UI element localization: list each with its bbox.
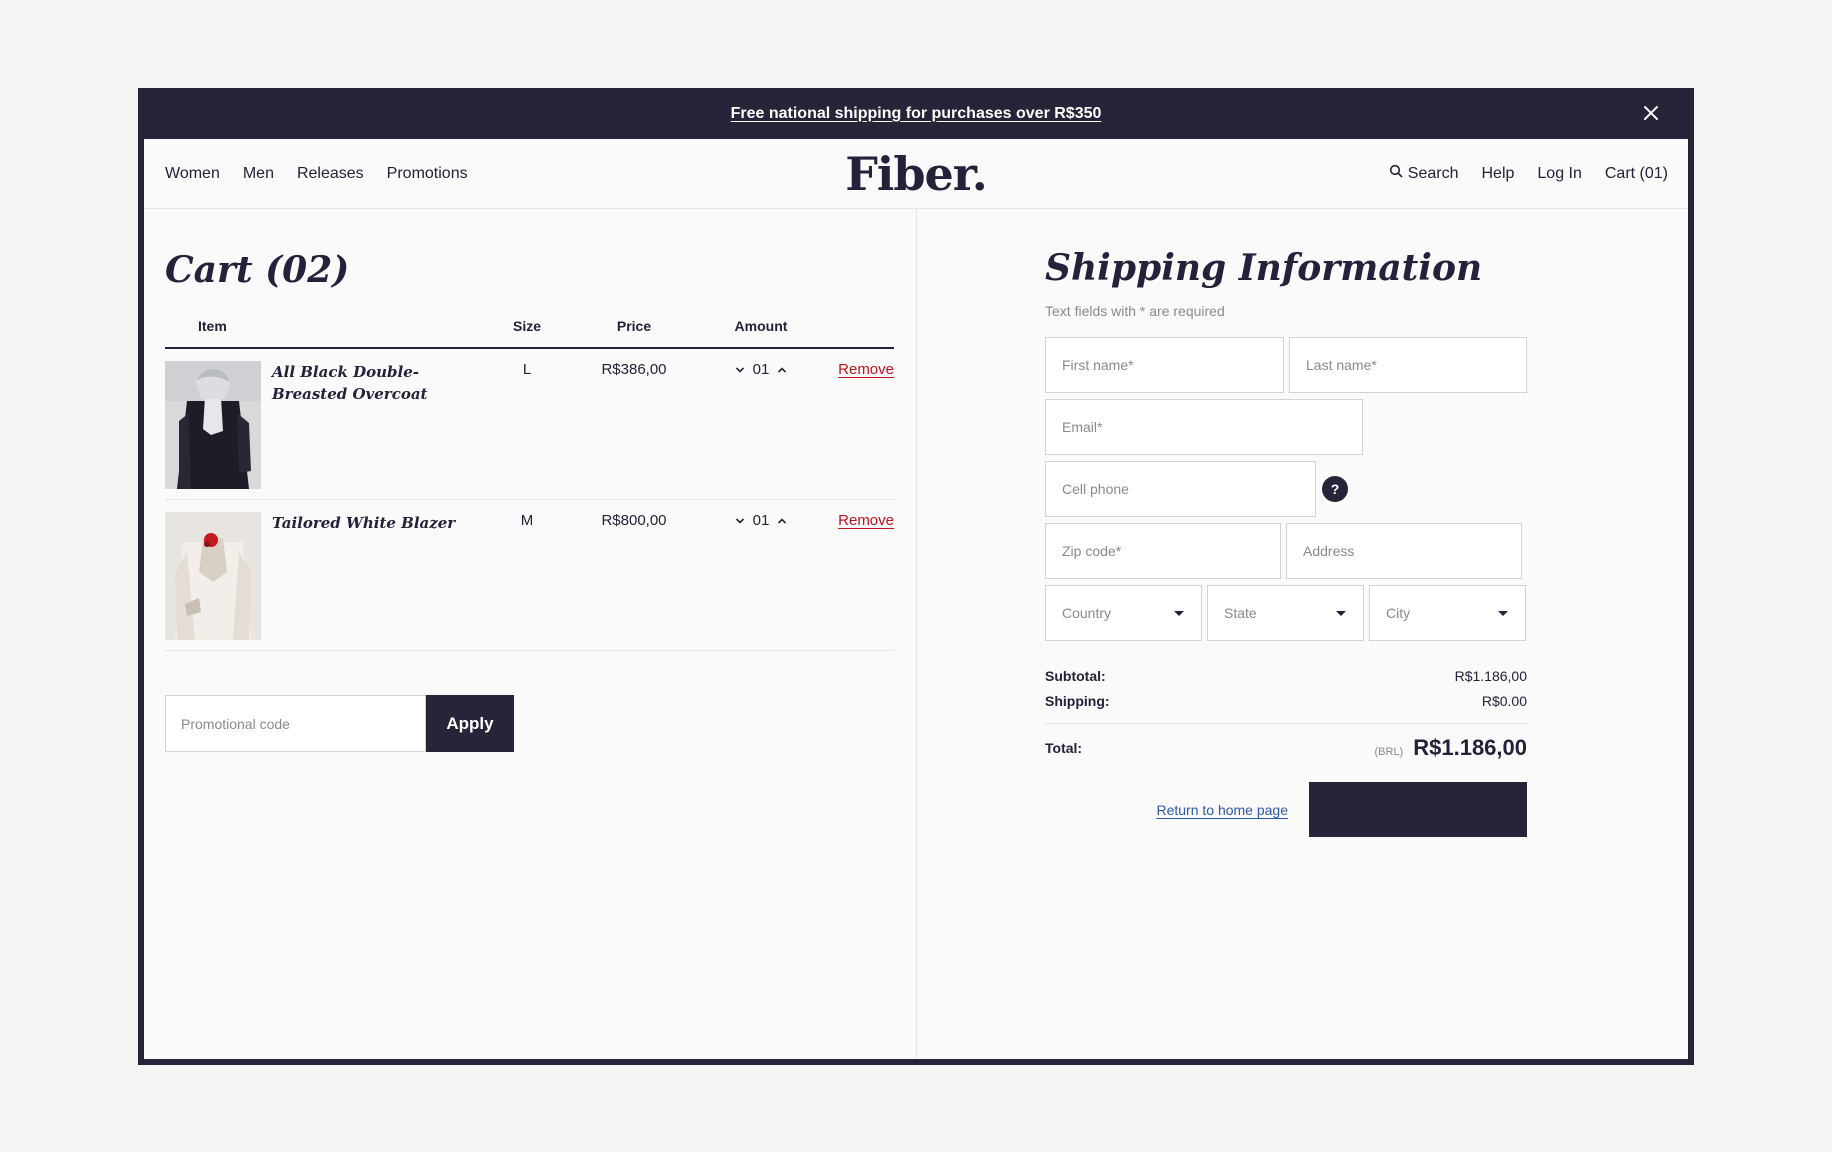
quantity-stepper: 01 — [711, 361, 811, 378]
page: Women Men Releases Promotions Fiber. Sea… — [144, 139, 1688, 1059]
search-link[interactable]: Search — [1389, 164, 1459, 183]
first-name-field[interactable] — [1045, 337, 1284, 393]
chevron-up-icon[interactable] — [777, 366, 787, 374]
shipping-form: ? Country State — [1045, 337, 1527, 641]
search-icon — [1389, 164, 1403, 183]
subtotal-line: Subtotal: R$1.186,00 — [1045, 663, 1527, 688]
product-name[interactable]: Tailored White Blazer — [272, 512, 485, 640]
quantity-value: 01 — [752, 361, 770, 378]
subtotal-label: Subtotal: — [1045, 667, 1106, 684]
return-home-link[interactable]: Return to home page — [1156, 802, 1288, 818]
shipping-label: Shipping: — [1045, 692, 1110, 709]
logo[interactable]: Fiber. — [845, 147, 988, 201]
remove-button[interactable]: Remove — [838, 361, 894, 378]
product-size: M — [520, 512, 534, 529]
col-item-header: Item — [198, 318, 227, 334]
city-select[interactable]: City — [1369, 585, 1526, 641]
checkout-content: Cart (02) Item Size Price Amount All Bla… — [144, 209, 1688, 1058]
shipping-title: Shipping Information — [1045, 247, 1483, 289]
nav-releases[interactable]: Releases — [297, 165, 364, 183]
shipping-banner: Free national shipping for purchases ove… — [144, 88, 1688, 139]
quantity-value: 01 — [752, 512, 770, 529]
caret-down-icon — [1174, 610, 1184, 616]
checkout-actions: Return to home page — [1045, 782, 1527, 837]
site-header: Women Men Releases Promotions Fiber. Sea… — [144, 139, 1688, 209]
app-frame: Free national shipping for purchases ove… — [138, 88, 1694, 1065]
chevron-down-icon[interactable] — [735, 517, 745, 525]
col-amount-header: Amount — [734, 318, 788, 334]
col-price-header: Price — [616, 318, 652, 334]
country-select[interactable]: Country — [1045, 585, 1202, 641]
order-totals: Subtotal: R$1.186,00 Shipping: R$0.00 To… — [1045, 663, 1527, 772]
required-note: Text fields with * are required — [1045, 303, 1225, 319]
cart-table-header: Item Size Price Amount — [165, 305, 894, 349]
address-field[interactable] — [1286, 523, 1522, 579]
col-size-header: Size — [512, 318, 541, 334]
last-name-field[interactable] — [1289, 337, 1527, 393]
total-line: Total: (BRL) R$1.186,00 — [1045, 724, 1527, 772]
caret-down-icon — [1498, 610, 1508, 616]
country-select-label: Country — [1062, 605, 1112, 621]
product-price: R$800,00 — [601, 512, 667, 529]
banner-link[interactable]: Free national shipping for purchases ove… — [731, 105, 1102, 123]
product-name[interactable]: All Black Double-Breasted Overcoat — [272, 361, 497, 489]
product-image-overcoat[interactable] — [165, 361, 261, 489]
nav-promotions[interactable]: Promotions — [387, 165, 468, 183]
promo-code-form: Apply — [165, 695, 894, 752]
total-value: R$1.186,00 — [1413, 735, 1527, 760]
help-link[interactable]: Help — [1481, 165, 1514, 183]
remove-button[interactable]: Remove — [838, 512, 894, 529]
product-price: R$386,00 — [601, 361, 667, 378]
caret-down-icon — [1336, 610, 1346, 616]
currency-tag: (BRL) — [1374, 746, 1404, 758]
utility-nav: Search Help Log In Cart (01) — [1389, 164, 1668, 183]
shipping-line: Shipping: R$0.00 — [1045, 688, 1527, 713]
shipping-value: R$0.00 — [1481, 692, 1527, 709]
apply-button[interactable]: Apply — [426, 695, 514, 752]
subtotal-value: R$1.186,00 — [1454, 667, 1527, 684]
state-select[interactable]: State — [1207, 585, 1364, 641]
product-size: L — [522, 361, 532, 378]
cell-phone-field[interactable] — [1045, 461, 1316, 517]
cart-link[interactable]: Cart (01) — [1605, 165, 1668, 183]
cart-row: All Black Double-Breasted Overcoat L R$3… — [165, 349, 894, 500]
cart-section: Cart (02) Item Size Price Amount All Bla… — [144, 209, 917, 1058]
promo-code-input[interactable] — [165, 695, 426, 752]
checkout-button[interactable] — [1309, 782, 1527, 837]
close-icon[interactable] — [1640, 102, 1662, 124]
nav-men[interactable]: Men — [243, 165, 274, 183]
chevron-down-icon[interactable] — [735, 366, 745, 374]
cart-row: Tailored White Blazer M R$800,00 01 Remo… — [165, 500, 894, 651]
shipping-section: Shipping Information Text fields with * … — [917, 209, 1688, 1058]
help-icon[interactable]: ? — [1322, 476, 1348, 502]
cart-title: Cart (02) — [165, 249, 350, 291]
nav-women[interactable]: Women — [165, 165, 220, 183]
main-nav: Women Men Releases Promotions — [165, 165, 468, 183]
search-label: Search — [1407, 164, 1459, 182]
chevron-up-icon[interactable] — [777, 517, 787, 525]
quantity-stepper: 01 — [711, 512, 811, 529]
email-field[interactable] — [1045, 399, 1363, 455]
zip-code-field[interactable] — [1045, 523, 1281, 579]
product-image-blazer[interactable] — [165, 512, 261, 640]
login-link[interactable]: Log In — [1537, 165, 1581, 183]
state-select-label: State — [1224, 605, 1257, 621]
city-select-label: City — [1386, 605, 1411, 621]
total-label: Total: — [1045, 740, 1083, 756]
